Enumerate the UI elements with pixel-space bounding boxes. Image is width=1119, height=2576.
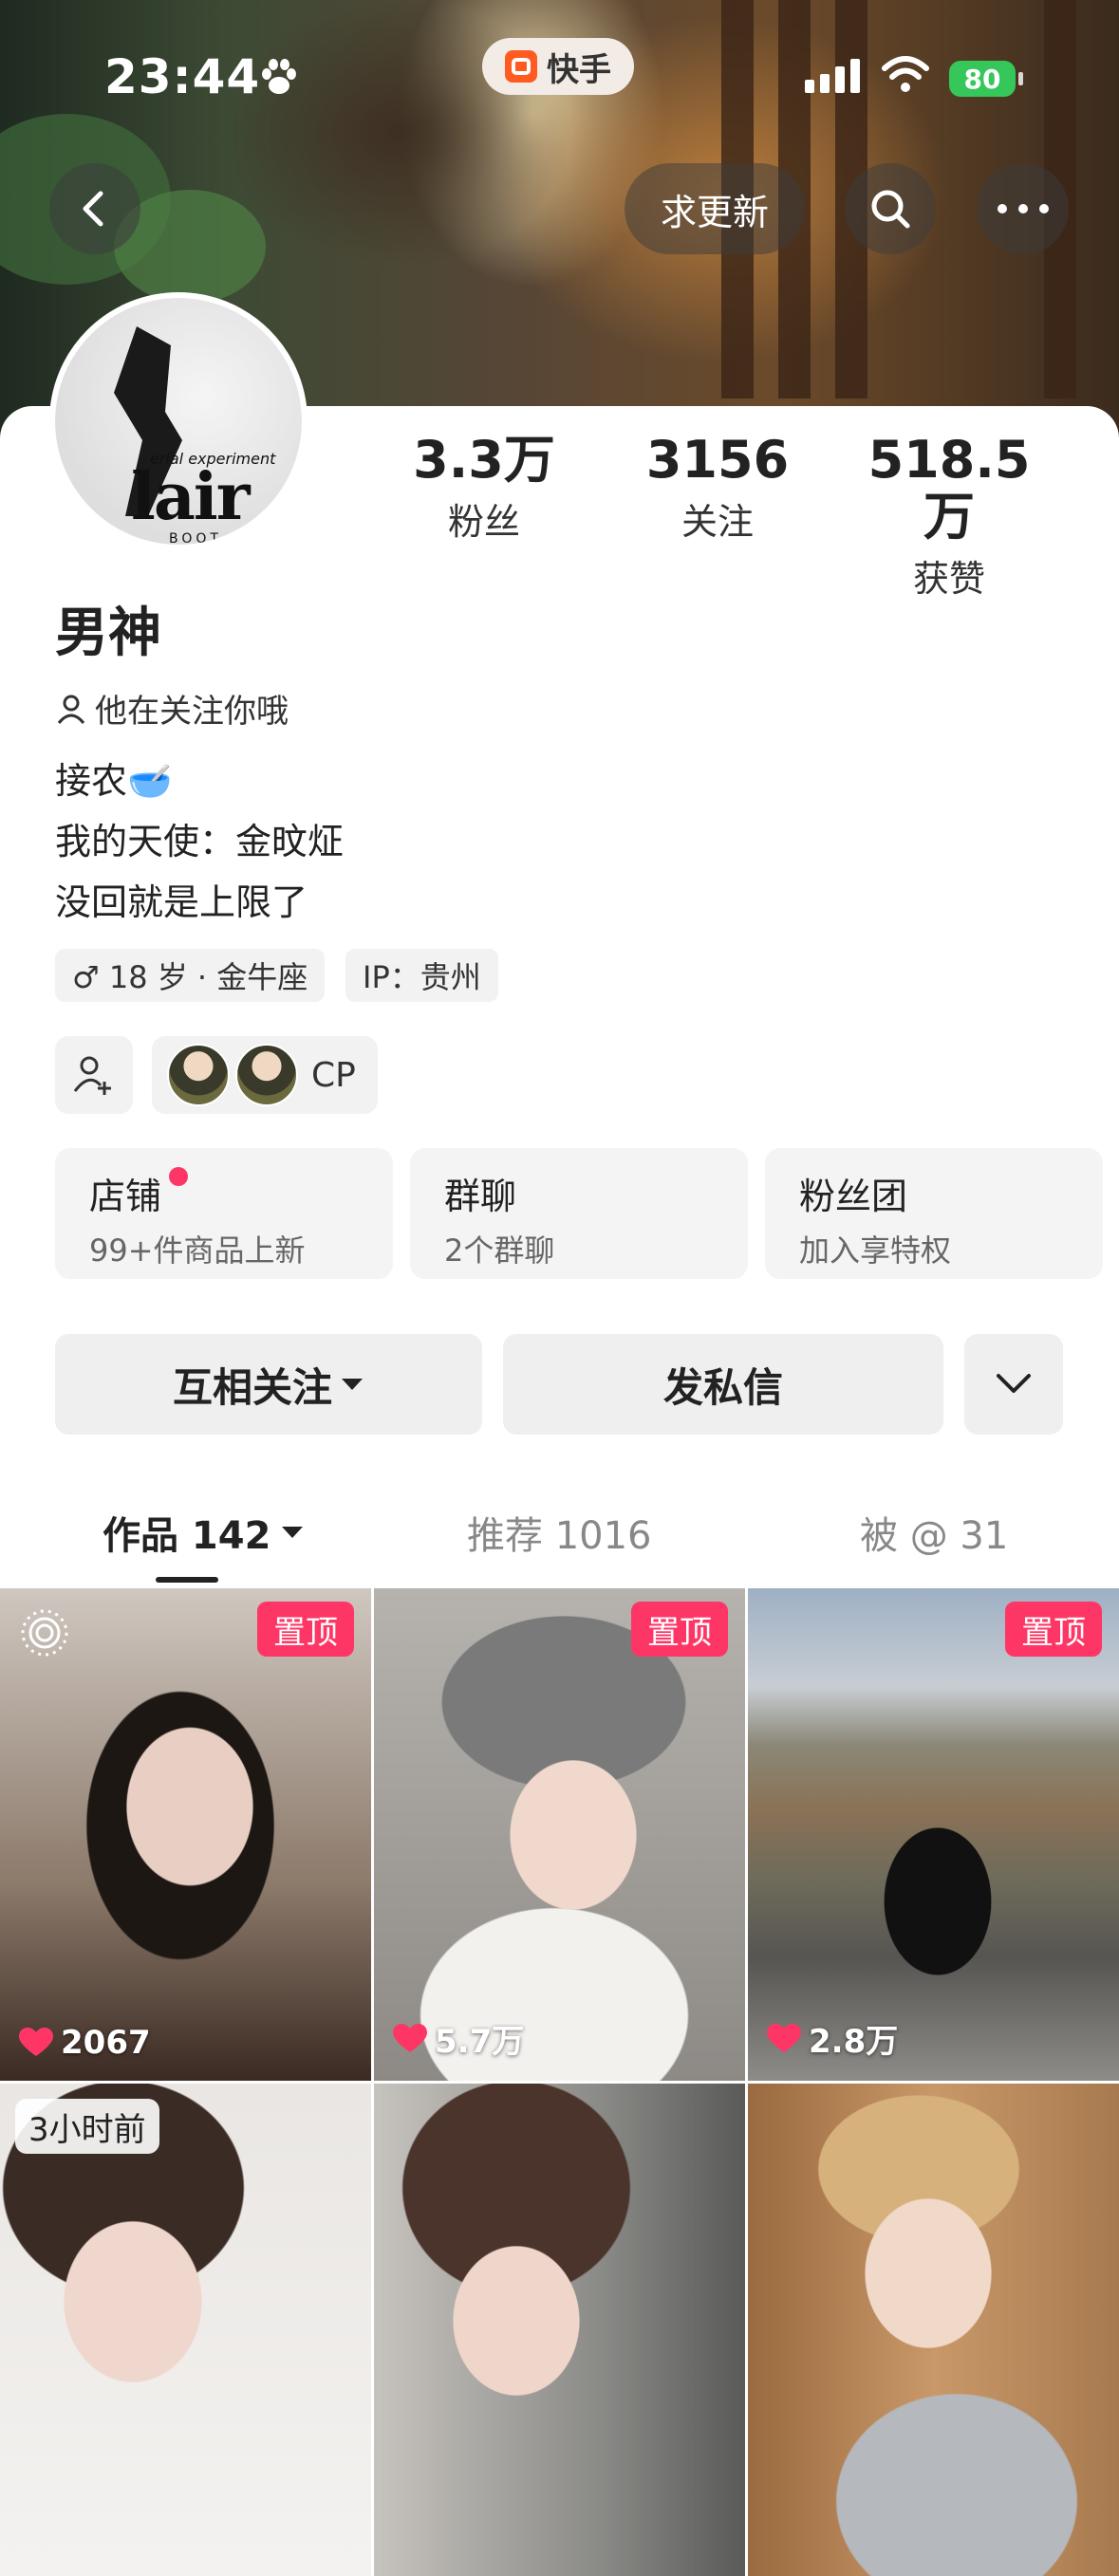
person-icon <box>57 695 85 724</box>
avatar-bottom-text: BOOT <box>169 531 222 547</box>
search-button[interactable] <box>845 163 936 254</box>
feature-title: 粉丝团 <box>799 1176 908 1217</box>
stat-value: 3156 <box>645 430 790 490</box>
video-thumbnail <box>0 1588 371 2081</box>
mutual-follow-button[interactable]: 互相关注 <box>55 1334 482 1435</box>
active-tab-indicator <box>156 1577 218 1583</box>
cp-avatar <box>167 1044 230 1106</box>
paw-icon <box>262 59 296 94</box>
pinned-badge: 置顶 <box>257 1602 354 1657</box>
video-tile[interactable]: 置顶 2.8万 <box>748 1588 1119 2081</box>
request-update-button[interactable]: 求更新 <box>625 163 805 254</box>
feature-subtitle: 2个群聊 <box>444 1232 555 1269</box>
feature-subtitle: 加入享特权 <box>799 1232 952 1269</box>
shop-card[interactable]: 店铺 99+件商品上新 <box>55 1148 393 1279</box>
chevron-down-icon <box>997 1374 1031 1393</box>
follows-you-label: 他在关注你哦 <box>55 685 289 732</box>
status-bar: 23:44 快手 80 <box>0 0 1119 152</box>
video-likes: 5.7万 <box>393 2015 524 2062</box>
app-name: 快手 <box>547 50 611 89</box>
follows-you-text: 他在关注你哦 <box>95 693 289 731</box>
pinned-badge: 置顶 <box>1005 1602 1102 1657</box>
group-chat-card[interactable]: 群聊 2个群聊 <box>410 1148 748 1279</box>
mutual-follow-label: 互相关注 <box>172 1363 332 1411</box>
more-options-button[interactable] <box>978 163 1069 254</box>
add-person-icon <box>73 1056 111 1095</box>
cp-button[interactable]: CP <box>152 1036 378 1114</box>
battery-tip <box>1018 72 1023 85</box>
tab-label: 作品 142 <box>103 1514 271 1558</box>
stat-label: 关注 <box>681 501 754 543</box>
video-thumbnail <box>748 2084 1119 2576</box>
add-friend-button[interactable] <box>55 1036 133 1114</box>
notification-dot <box>169 1167 188 1186</box>
video-thumbnail <box>374 1588 745 2081</box>
heart-icon <box>767 2023 801 2052</box>
stat-label: 粉丝 <box>447 501 520 543</box>
feature-title: 店铺 <box>89 1176 162 1217</box>
bio-line: 接农🥣 <box>55 760 173 802</box>
cp-avatar <box>235 1044 298 1106</box>
likes-count: 2.8万 <box>809 2023 899 2061</box>
time-badge: 3小时前 <box>15 2099 159 2154</box>
more-dots-icon <box>998 204 1049 213</box>
video-tile[interactable]: 置顶 5.7万 <box>374 1588 745 2081</box>
stat-value: 518.5万 <box>867 430 1031 547</box>
avatar-logo-text: lair <box>131 459 251 535</box>
feature-title: 群聊 <box>444 1176 517 1217</box>
stat-label: 获赞 <box>912 558 985 600</box>
ip-location-tag: IP：贵州 <box>345 949 498 1002</box>
kuaishou-logo-icon <box>505 50 537 83</box>
back-button[interactable] <box>49 163 140 254</box>
wifi-icon <box>882 56 929 92</box>
stat-likes[interactable]: 518.5万 获赞 <box>845 432 1054 602</box>
profile-name: 男神 <box>55 602 161 664</box>
video-tile[interactable]: 3小时前 <box>0 2084 371 2576</box>
video-tile[interactable]: 置顶 2067 <box>0 1588 371 2081</box>
app-indicator-pill[interactable]: 快手 <box>482 38 634 95</box>
expand-button[interactable] <box>964 1334 1063 1435</box>
video-tile[interactable] <box>374 2084 745 2576</box>
cp-label: CP <box>311 1055 356 1095</box>
live-photo-icon <box>21 1609 68 1657</box>
avatar[interactable]: erial experiment lair BOOT <box>49 292 308 550</box>
battery-indicator: 80 <box>949 61 1016 97</box>
heart-icon <box>19 2028 53 2056</box>
bio-line: 我的天使：金旼炡 <box>55 821 345 862</box>
video-likes: 2067 <box>19 2024 151 2062</box>
pinned-badge: 置顶 <box>631 1602 728 1657</box>
tab-recommended[interactable]: 推荐 1016 <box>467 1505 652 1560</box>
stat-followers[interactable]: 3.3万 粉丝 <box>380 432 588 545</box>
feature-subtitle: 99+件商品上新 <box>89 1232 306 1269</box>
video-thumbnail <box>0 2084 371 2576</box>
gender-age-tag: ♂ 18 岁 · 金牛座 <box>55 949 326 1002</box>
send-message-button[interactable]: 发私信 <box>503 1334 943 1435</box>
heart-icon <box>393 2023 427 2052</box>
caret-down-icon <box>282 1527 304 1538</box>
tab-mentioned[interactable]: 被 @ 31 <box>860 1505 1008 1560</box>
tab-works[interactable]: 作品 142 <box>103 1505 305 1560</box>
stat-following[interactable]: 3156 关注 <box>613 432 822 545</box>
likes-count: 2067 <box>61 2024 151 2062</box>
search-icon <box>871 190 910 229</box>
video-tile[interactable] <box>748 2084 1119 2576</box>
avatar-image: erial experiment lair BOOT <box>55 298 302 545</box>
fan-club-card[interactable]: 粉丝团 加入享特权 <box>765 1148 1103 1279</box>
status-time: 23:44 <box>104 49 261 104</box>
video-likes: 2.8万 <box>767 2015 898 2062</box>
bio-line: 没回就是上限了 <box>55 881 308 923</box>
video-thumbnail <box>748 1588 1119 2081</box>
chevron-left-icon <box>83 191 103 227</box>
content-tabs: 作品 142 推荐 1016 被 @ 31 <box>0 1499 1119 1575</box>
video-thumbnail <box>374 2084 745 2576</box>
likes-count: 5.7万 <box>435 2023 525 2061</box>
caret-down-icon <box>342 1379 363 1390</box>
stat-value: 3.3万 <box>413 430 555 490</box>
cellular-signal-icon <box>805 59 860 93</box>
